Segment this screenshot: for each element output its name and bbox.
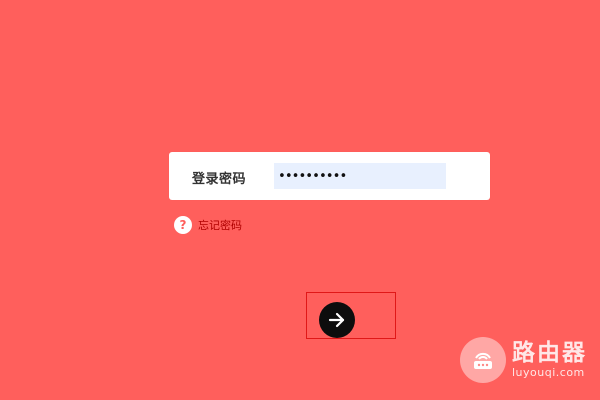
forgot-password-label: 忘记密码 xyxy=(198,219,242,232)
router-logo-icon xyxy=(460,337,506,383)
watermark: 路由器 luyouqi.com xyxy=(460,337,587,383)
password-input[interactable] xyxy=(274,163,446,189)
forgot-password-link[interactable]: ? 忘记密码 xyxy=(174,215,242,235)
login-card: 登录密码 xyxy=(169,152,490,200)
arrow-right-icon xyxy=(328,312,345,328)
watermark-url: luyouqi.com xyxy=(512,366,585,379)
password-label: 登录密码 xyxy=(192,172,247,187)
watermark-title: 路由器 xyxy=(512,340,587,366)
login-submit-button[interactable] xyxy=(319,302,355,338)
help-icon: ? xyxy=(174,216,192,234)
